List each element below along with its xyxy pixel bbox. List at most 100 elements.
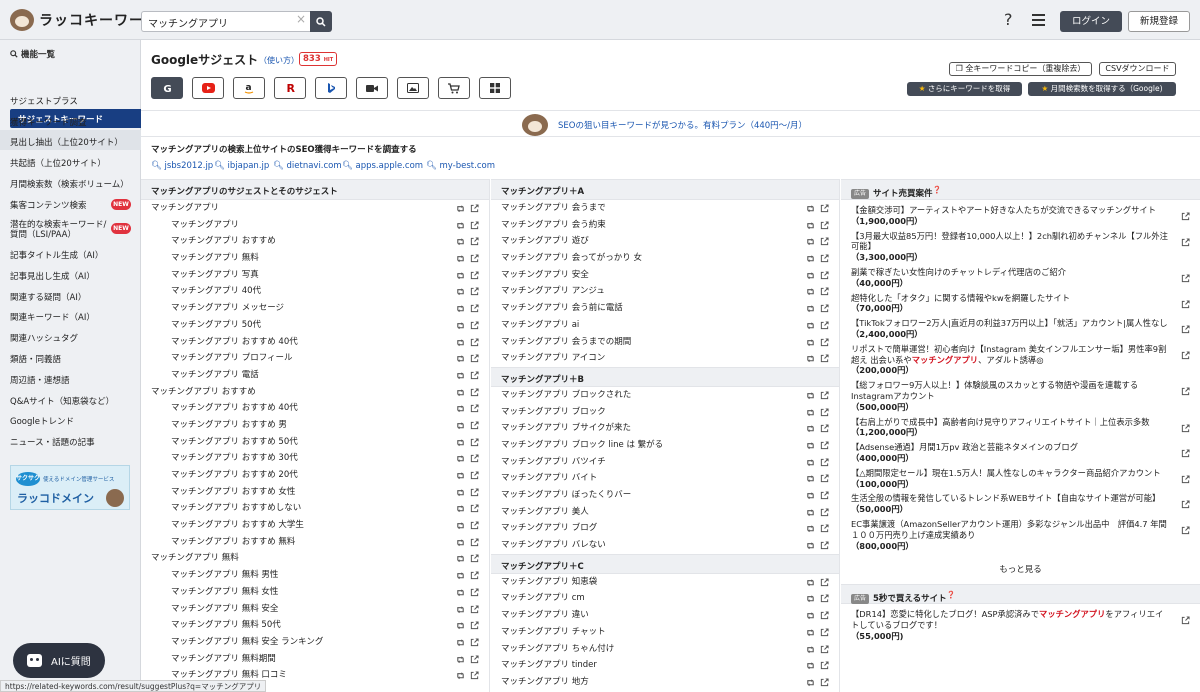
sidebar-item-acquired-keywords[interactable]: 獲得キーワード調査 xyxy=(10,116,138,128)
keyword-row[interactable]: マッチングアプリ 40代 xyxy=(141,283,489,300)
sidebar-item-google-trends[interactable]: Googleトレンド xyxy=(10,415,138,427)
external-link-icon[interactable] xyxy=(820,204,829,213)
keyword-row[interactable]: マッチングアプリ おすすめ xyxy=(141,233,489,250)
keyword-text[interactable]: マッチングアプリ xyxy=(151,200,219,217)
reload-suggest-icon[interactable] xyxy=(806,594,815,603)
keyword-row[interactable]: マッチングアプリ ブロック xyxy=(491,404,839,421)
site-sale-item[interactable]: 生活全般の情報を発信しているトレンド系WEBサイト【自由なサイト運営が可能】 （5… xyxy=(841,491,1200,517)
external-link-icon[interactable] xyxy=(1181,325,1190,334)
reload-suggest-icon[interactable] xyxy=(806,441,815,450)
keyword-row[interactable]: マッチングアプリ 写真 xyxy=(141,267,489,284)
keyword-text[interactable]: マッチングアプリ 安全 xyxy=(501,267,589,284)
reload-suggest-icon[interactable] xyxy=(456,471,465,480)
external-link-icon[interactable] xyxy=(820,491,829,500)
keyword-row[interactable]: マッチングアプリ おすすめ 女性 xyxy=(141,484,489,501)
keyword-row[interactable]: マッチングアプリ チャット xyxy=(491,624,839,641)
keyword-text[interactable]: マッチングアプリ 無料 xyxy=(151,550,239,567)
keyword-row[interactable]: マッチングアプリ メッセージ xyxy=(141,300,489,317)
site-sale-title[interactable]: 【TikTokフォロワー2万人|直近月の利益37万円以上】「就活」アカウント|属… xyxy=(851,318,1170,329)
external-link-icon[interactable] xyxy=(1181,387,1190,396)
external-link-icon[interactable] xyxy=(820,304,829,313)
sidebar-item-cooccurrence[interactable]: 共起語（上位20サイト） xyxy=(10,157,138,169)
reload-suggest-icon[interactable] xyxy=(806,408,815,417)
source-tab-google[interactable]: G xyxy=(151,77,183,99)
reload-suggest-icon[interactable] xyxy=(806,678,815,687)
keyword-row[interactable]: マッチングアプリ xyxy=(141,217,489,234)
paid-plan-link[interactable]: SEOの狙い目キーワードが見つかる。有料プラン（440円〜/月） xyxy=(558,119,807,131)
site-sale-title[interactable]: 【Adsense通過】月間1万pv 政治と芸能ネタメインのブログ xyxy=(851,442,1170,453)
external-link-icon[interactable] xyxy=(470,521,479,530)
site-link[interactable]: 🔍︎ my-best.com xyxy=(426,161,495,171)
keyword-row[interactable]: マッチングアプリ おすすめ 30代 xyxy=(141,450,489,467)
reload-suggest-icon[interactable] xyxy=(456,554,465,563)
keyword-text[interactable]: マッチングアプリ ブロックされた xyxy=(501,387,631,404)
external-link-icon[interactable] xyxy=(470,571,479,580)
external-link-icon[interactable] xyxy=(1181,475,1190,484)
keyword-row[interactable]: マッチングアプリ ブロック line は 繋がる xyxy=(491,437,839,454)
keyword-row[interactable]: マッチングアプリ アンジュ xyxy=(491,283,839,300)
site-sale-title[interactable]: EC事業譲渡（AmazonSellerアカウント運用）多彩なジャンル出品中 評価… xyxy=(851,519,1170,541)
external-link-icon[interactable] xyxy=(470,438,479,447)
reload-suggest-icon[interactable] xyxy=(806,204,815,213)
keyword-row[interactable]: マッチングアプリ 無料 口コミ xyxy=(141,667,489,684)
keyword-text[interactable]: マッチングアプリ xyxy=(171,217,239,234)
sidebar-item-suggest-plus[interactable]: サジェストプラス xyxy=(10,95,138,107)
site-sale-title[interactable]: 【金額交渉可】アーティストやアート好きな人たちが交流できるマッチングサイト xyxy=(851,205,1170,216)
keyword-text[interactable]: マッチングアプリ 無料 口コミ xyxy=(171,667,287,684)
reload-suggest-icon[interactable] xyxy=(456,605,465,614)
external-link-icon[interactable] xyxy=(470,671,479,680)
source-tab-bing[interactable] xyxy=(315,77,347,99)
sidebar-item-news[interactable]: ニュース・話題の記事 xyxy=(10,436,138,448)
keyword-text[interactable]: マッチングアプリ おすすめ xyxy=(171,233,276,250)
keyword-row[interactable]: マッチングアプリ バイト xyxy=(491,470,839,487)
external-link-icon[interactable] xyxy=(470,588,479,597)
site-sale-title[interactable]: 超特化した「オタク」に関する情報やkwを網羅したサイト xyxy=(851,293,1170,304)
reload-suggest-icon[interactable] xyxy=(456,488,465,497)
external-link-icon[interactable] xyxy=(1181,274,1190,283)
howto-link[interactable]: （使い方） xyxy=(259,55,299,66)
external-link-icon[interactable] xyxy=(820,458,829,467)
reload-suggest-icon[interactable] xyxy=(456,504,465,513)
site-sale-title[interactable]: 【△期間限定セール】現在1.5万人！属人性なしのキャラクター商品紹介アカウント xyxy=(851,468,1170,479)
external-link-icon[interactable] xyxy=(1181,526,1190,535)
keyword-row[interactable]: マッチングアプリ 無料 男性 xyxy=(141,567,489,584)
clear-icon[interactable]: × xyxy=(296,12,306,26)
reload-suggest-icon[interactable] xyxy=(456,638,465,647)
external-link-icon[interactable] xyxy=(470,621,479,630)
external-link-icon[interactable] xyxy=(1181,500,1190,509)
keyword-row[interactable]: マッチングアプリ おすすめ 20代 xyxy=(141,467,489,484)
reload-suggest-icon[interactable] xyxy=(806,287,815,296)
site-sale-item[interactable]: 【総フォロワー9万人以上！】体験談風のスカッとする物語や漫画を連載するInsta… xyxy=(841,378,1200,414)
reload-suggest-icon[interactable] xyxy=(456,421,465,430)
keyword-row[interactable]: マッチングアプリ 50代 xyxy=(141,317,489,334)
external-link-icon[interactable] xyxy=(1181,212,1190,221)
external-link-icon[interactable] xyxy=(820,321,829,330)
keyword-text[interactable]: マッチングアプリ 会う前に電話 xyxy=(501,300,623,317)
reload-suggest-icon[interactable] xyxy=(456,254,465,263)
reload-suggest-icon[interactable] xyxy=(806,458,815,467)
keyword-text[interactable]: マッチングアプリ ai xyxy=(501,317,579,334)
external-link-icon[interactable] xyxy=(1181,238,1190,247)
keyword-text[interactable]: マッチングアプリ 無料 男性 xyxy=(171,567,278,584)
keyword-row[interactable]: マッチングアプリ 安全 xyxy=(491,267,839,284)
keyword-text[interactable]: マッチングアプリ アイコン xyxy=(501,350,605,367)
reload-suggest-icon[interactable] xyxy=(456,271,465,280)
external-link-icon[interactable] xyxy=(470,504,479,513)
ai-question-button[interactable]: AIに質問 xyxy=(13,643,105,678)
keyword-text[interactable]: マッチングアプリ おすすめ 無料 xyxy=(171,534,295,551)
search-input[interactable]: マッチングアプリ xyxy=(141,11,310,32)
external-link-icon[interactable] xyxy=(470,538,479,547)
reload-suggest-icon[interactable] xyxy=(806,304,815,313)
signup-button[interactable]: 新規登録 xyxy=(1128,11,1190,32)
keyword-row[interactable]: マッチングアプリ ブロックされた xyxy=(491,387,839,404)
login-button[interactable]: ログイン xyxy=(1060,11,1122,32)
sidebar-item-heading-extract[interactable]: 見出し抽出（上位20サイト） xyxy=(10,136,138,148)
site-sale-item[interactable]: 【TikTokフォロワー2万人|直近月の利益37万円以上】「就活」アカウント|属… xyxy=(841,316,1200,342)
site-sale-item[interactable]: 【Adsense通過】月間1万pv 政治と芸能ネタメインのブログ （400,000… xyxy=(841,440,1200,466)
external-link-icon[interactable] xyxy=(470,404,479,413)
source-tab-video[interactable] xyxy=(356,77,388,99)
reload-suggest-icon[interactable] xyxy=(456,571,465,580)
keyword-row[interactable]: マッチングアプリ tinder xyxy=(491,657,839,674)
keyword-text[interactable]: マッチングアプリ tinder xyxy=(501,657,597,674)
paid-plan-banner[interactable]: SEOの狙い目キーワードが見つかる。有料プラン（440円〜/月） xyxy=(141,110,1200,137)
